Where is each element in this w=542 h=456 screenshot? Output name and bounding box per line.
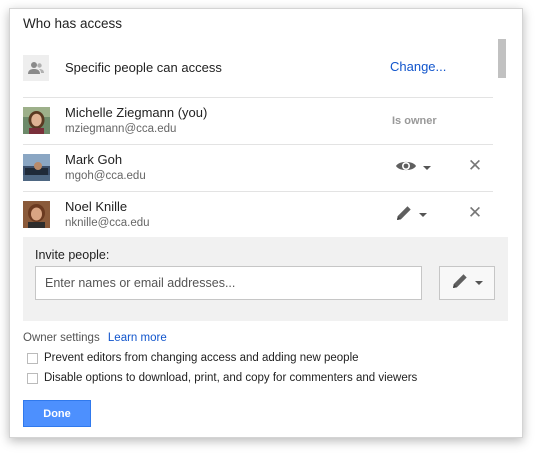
owner-settings: Owner settings Learn more bbox=[23, 332, 167, 344]
learn-more-link[interactable]: Learn more bbox=[108, 332, 167, 344]
close-icon[interactable]: ✕ bbox=[466, 156, 484, 178]
chevron-down-icon bbox=[419, 213, 427, 217]
prevent-editors-checkbox[interactable] bbox=[27, 352, 38, 364]
prevent-editors-option[interactable]: Prevent editors from changing access and… bbox=[27, 352, 359, 364]
share-dialog: Who has access Specific people can acces… bbox=[9, 8, 523, 438]
person-name: Michelle Ziegmann (you) bbox=[65, 105, 208, 120]
person-row-owner: Michelle Ziegmann (you) mziegmann@cca.ed… bbox=[23, 98, 493, 145]
permission-dropdown[interactable] bbox=[395, 155, 439, 181]
owner-settings-label: Owner settings bbox=[23, 332, 100, 344]
person-icon bbox=[23, 55, 49, 81]
person-row: Mark Goh mgoh@cca.edu ✕ bbox=[23, 145, 493, 192]
invite-panel: Invite people: bbox=[23, 237, 508, 321]
person-email: mgoh@cca.edu bbox=[65, 170, 146, 182]
invite-label: Invite people: bbox=[35, 248, 110, 262]
person-email: mziegmann@cca.edu bbox=[65, 123, 177, 135]
person-row: Noel Knille nknille@cca.edu ✕ bbox=[23, 192, 493, 238]
person-name: Noel Knille bbox=[65, 199, 128, 214]
invite-permission-dropdown[interactable] bbox=[439, 266, 495, 300]
general-access-label: Specific people can access bbox=[65, 60, 222, 75]
done-button[interactable]: Done bbox=[23, 400, 91, 427]
dialog-title: Who has access bbox=[23, 16, 123, 31]
avatar bbox=[23, 201, 50, 228]
pencil-icon bbox=[395, 204, 413, 227]
chevron-down-icon bbox=[475, 281, 483, 285]
prevent-editors-label: Prevent editors from changing access and… bbox=[44, 352, 359, 364]
disable-download-checkbox[interactable] bbox=[27, 372, 38, 384]
chevron-down-icon bbox=[423, 166, 431, 170]
invite-input[interactable] bbox=[35, 266, 422, 300]
permission-dropdown[interactable] bbox=[395, 202, 439, 228]
owner-role-label: Is owner bbox=[392, 115, 437, 127]
person-email: nknille@cca.edu bbox=[65, 217, 150, 229]
avatar bbox=[23, 107, 50, 134]
pencil-icon bbox=[451, 272, 469, 295]
change-access-link[interactable]: Change... bbox=[390, 59, 446, 74]
eye-icon bbox=[395, 159, 417, 178]
avatar bbox=[23, 154, 50, 181]
close-icon[interactable]: ✕ bbox=[466, 203, 484, 225]
scrollbar[interactable] bbox=[497, 39, 507, 237]
person-name: Mark Goh bbox=[65, 152, 123, 167]
disable-download-label: Disable options to download, print, and … bbox=[44, 372, 418, 384]
disable-download-option[interactable]: Disable options to download, print, and … bbox=[27, 372, 417, 384]
scrollbar-thumb[interactable] bbox=[498, 39, 506, 78]
general-access-row: Specific people can access Change... bbox=[23, 39, 493, 98]
access-list: Specific people can access Change... Mic… bbox=[23, 39, 495, 235]
